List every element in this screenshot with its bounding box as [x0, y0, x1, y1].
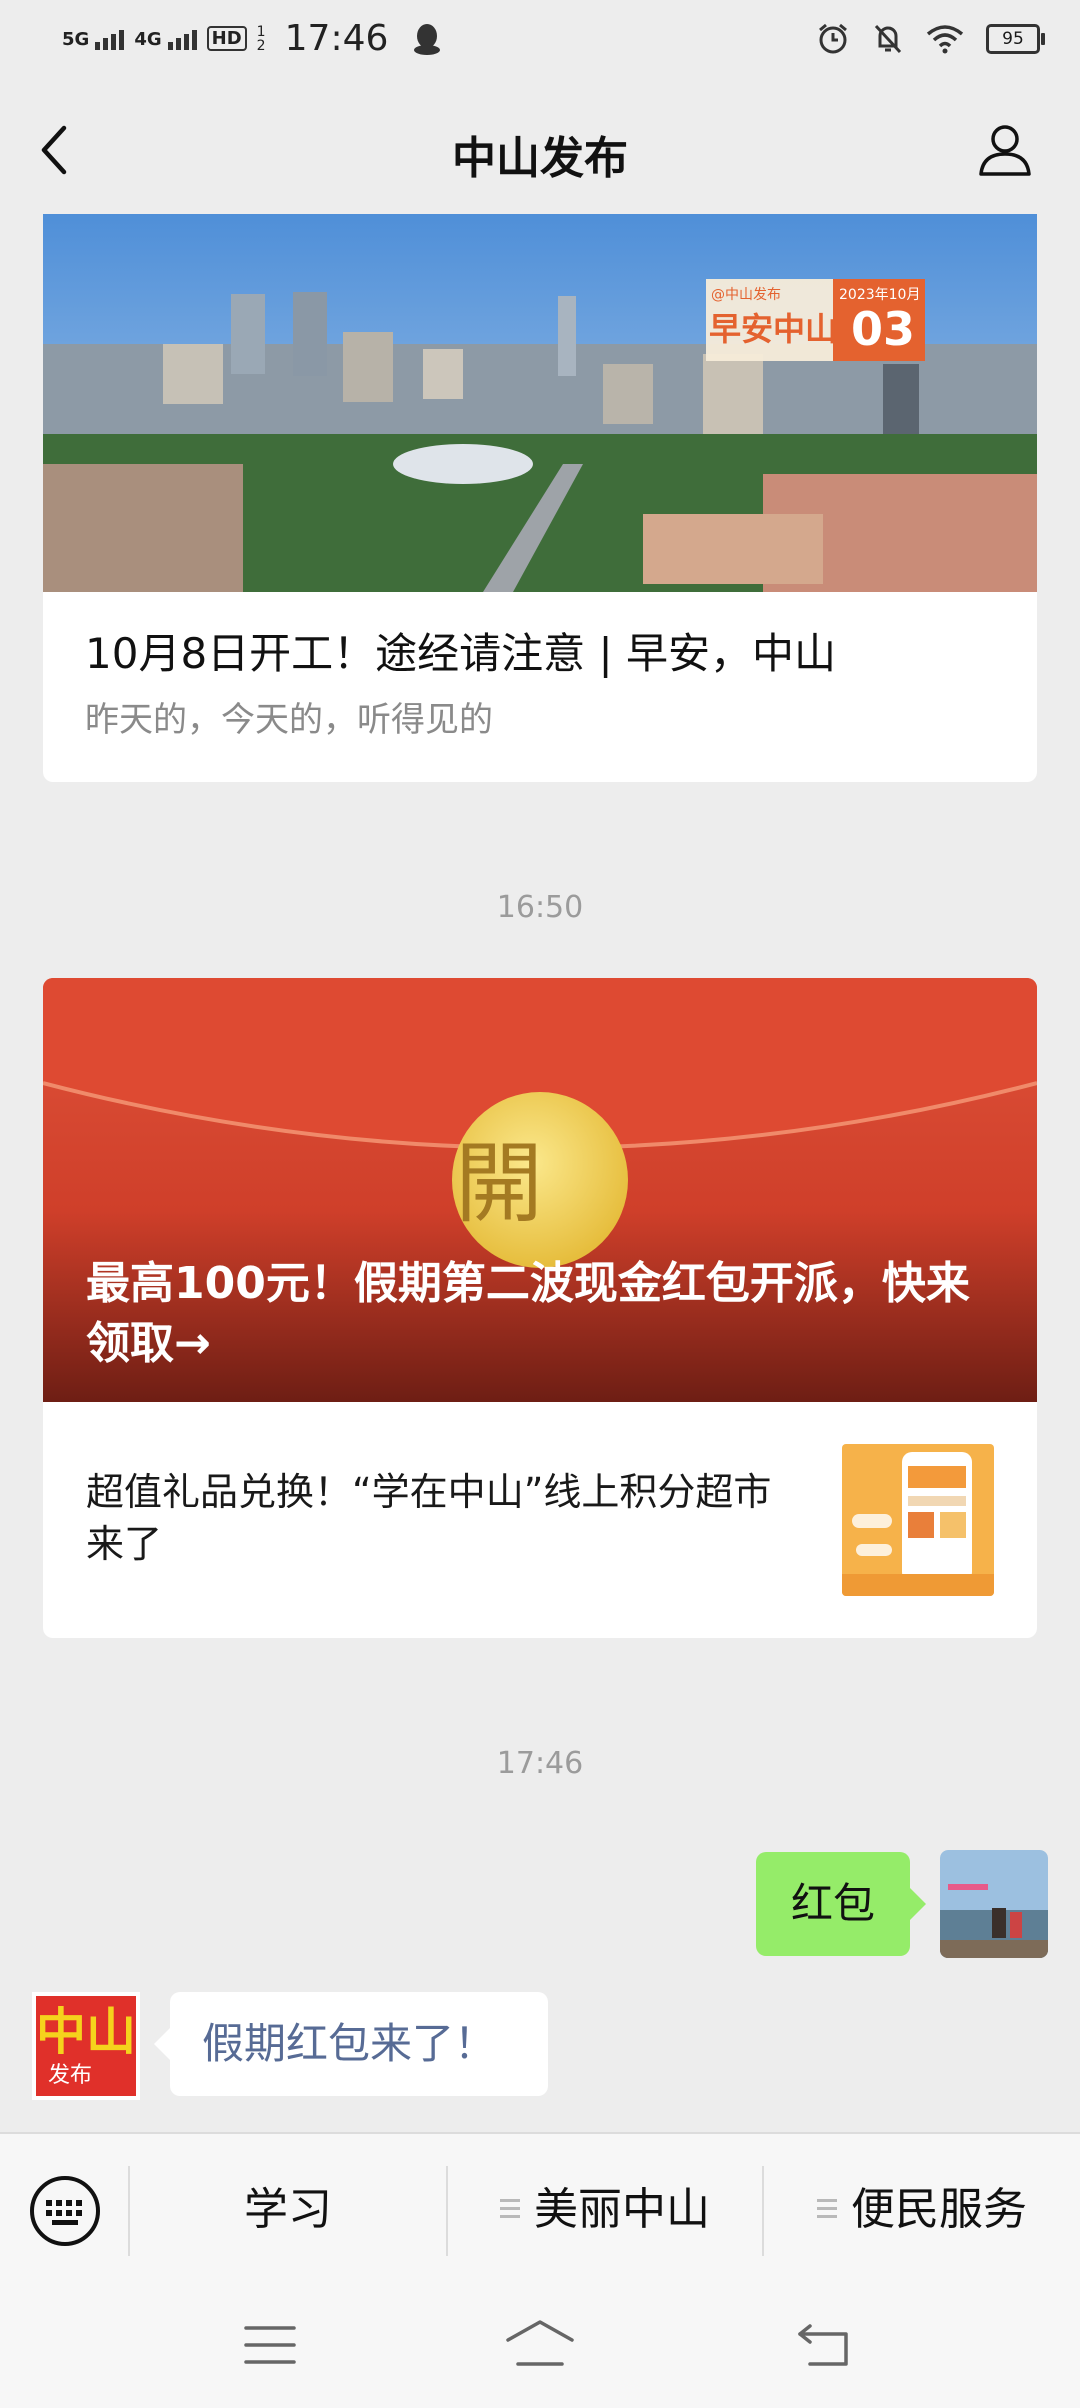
qq-icon — [414, 23, 441, 55]
signal-4g-icon: 4G — [134, 27, 197, 50]
article-subtitle: 昨天的，今天的，听得见的 — [85, 700, 493, 740]
badge-month: 2023年10月 — [839, 287, 921, 303]
back-icon[interactable] — [796, 2322, 852, 2368]
user-avatar[interactable] — [940, 1850, 1048, 1958]
status-right: 95 — [816, 22, 1045, 56]
system-navigation-bar — [0, 2284, 1080, 2408]
alarm-icon — [819, 23, 847, 54]
article-main-title: 最高100元！假期第二波现金红包开派，快来领取→ — [86, 1258, 970, 1369]
menu-item-services[interactable]: 便民服务 — [764, 2134, 1080, 2286]
menu-item-label: 便民服务 — [851, 2184, 1027, 2235]
wifi-icon — [926, 25, 964, 54]
user-message-bubble[interactable]: 红包 — [756, 1852, 926, 1956]
menu-item-label: 学习 — [244, 2184, 332, 2235]
submenu-icon — [817, 2198, 837, 2220]
submenu-icon — [500, 2198, 520, 2220]
clock: 17:46 — [284, 18, 389, 59]
menu-item-beautiful-zhongshan[interactable]: 美丽中山 — [448, 2134, 762, 2286]
menu-item-study[interactable]: 学习 — [130, 2134, 446, 2286]
signal-5g-icon: 5G — [62, 27, 125, 50]
timestamp: 16:50 — [496, 890, 584, 925]
keyboard-icon[interactable] — [28, 2174, 102, 2248]
status-bar: 5G 4G HD 1 2 17:46 95 — [0, 0, 1080, 86]
bot-message-bubble[interactable]: 假期红包来了！ — [154, 1992, 548, 2096]
menu-icon[interactable] — [244, 2324, 296, 2366]
hd-sim-label: 1 2 — [256, 23, 266, 54]
hd-voice-icon: HD — [206, 26, 247, 51]
envelope-seal-char: 開 — [455, 1132, 544, 1235]
badge-day: 03 — [851, 302, 916, 356]
menu-item-label: 美丽中山 — [534, 2184, 710, 2235]
badge-text: 早安中山 — [709, 310, 838, 348]
status-left: 5G 4G HD 1 2 17:46 — [62, 18, 442, 59]
article-card-1[interactable]: @中山发布 早安中山 2023年10月 03 10月8日开工！途经请注意 | 早… — [43, 214, 1037, 782]
timestamp: 17:46 — [496, 1746, 584, 1781]
battery-icon: 95 — [986, 24, 1045, 54]
bottom-menu: 学习 美丽中山 便民服务 — [0, 2132, 1080, 2286]
article-title: 10月8日开工！途经请注意 | 早安，中山 — [85, 629, 837, 678]
profile-icon[interactable] — [978, 122, 1032, 176]
page-title: 中山发布 — [452, 133, 628, 184]
article-sub-title[interactable]: 超值礼品兑换！“学在中山”线上积分超市来了 — [86, 1466, 806, 1570]
logo-text: 中山 — [36, 2003, 136, 2061]
home-icon[interactable] — [504, 2318, 576, 2368]
nav-bar: 中山发布 — [0, 86, 1080, 214]
logo-sub-text: 发布 — [48, 2063, 93, 2088]
mute-bell-icon — [874, 24, 902, 54]
city-cover-image — [43, 214, 1037, 592]
badge-brand: @中山发布 — [711, 287, 781, 303]
article-thumbnail[interactable] — [842, 1444, 994, 1596]
